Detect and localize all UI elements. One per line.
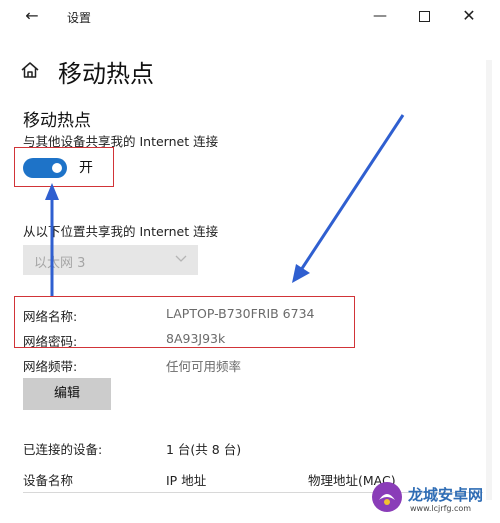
watermark-url: www.lcjrfg.com (410, 504, 472, 513)
connected-devices-value: 1 台(共 8 台) (166, 442, 242, 457)
connected-devices-label: 已连接的设备: (23, 442, 103, 457)
title-bar: ← 设置 — ✕ (0, 0, 500, 34)
column-ip-address: IP 地址 (166, 473, 207, 488)
toggle-state-label: 开 (79, 160, 93, 176)
watermark-brand: 龙城安卓网 (408, 486, 484, 504)
toggle-knob (52, 163, 62, 173)
share-connection-label: 与其他设备共享我的 Internet 连接 (23, 134, 219, 149)
network-band-label: 网络频带: (23, 359, 78, 374)
window-title: 设置 (67, 11, 92, 25)
share-source-label: 从以下位置共享我的 Internet 连接 (23, 224, 219, 239)
network-name-label: 网络名称: (23, 309, 78, 324)
column-device-name: 设备名称 (23, 473, 74, 488)
share-source-value: 以太网 3 (34, 256, 86, 271)
share-source-dropdown[interactable]: 以太网 3 (23, 245, 198, 275)
close-button[interactable]: ✕ (455, 5, 483, 27)
arrow-to-network-fields (292, 114, 405, 283)
network-password-value: 8A93J93k (166, 331, 226, 346)
page-title: 移动热点 (58, 60, 154, 88)
back-arrow-icon[interactable]: ← (20, 5, 44, 27)
section-title: 移动热点 (23, 111, 91, 131)
network-password-label: 网络密码: (23, 334, 78, 349)
maximize-button[interactable] (410, 5, 438, 27)
maximize-icon (418, 10, 430, 22)
network-band-value: 任何可用频率 (166, 359, 242, 374)
minimize-button[interactable]: — (366, 5, 394, 27)
network-name-value: LAPTOP-B730FRIB 6734 (166, 306, 315, 321)
home-icon (21, 62, 39, 78)
watermark: 龙城安卓网 www.lcjrfg.com (370, 478, 496, 518)
hotspot-toggle[interactable] (23, 158, 67, 178)
chevron-down-icon (175, 255, 187, 262)
brand-logo-icon (372, 482, 402, 512)
edit-button[interactable]: 编辑 (23, 378, 111, 410)
scrollbar-track[interactable] (486, 60, 492, 500)
